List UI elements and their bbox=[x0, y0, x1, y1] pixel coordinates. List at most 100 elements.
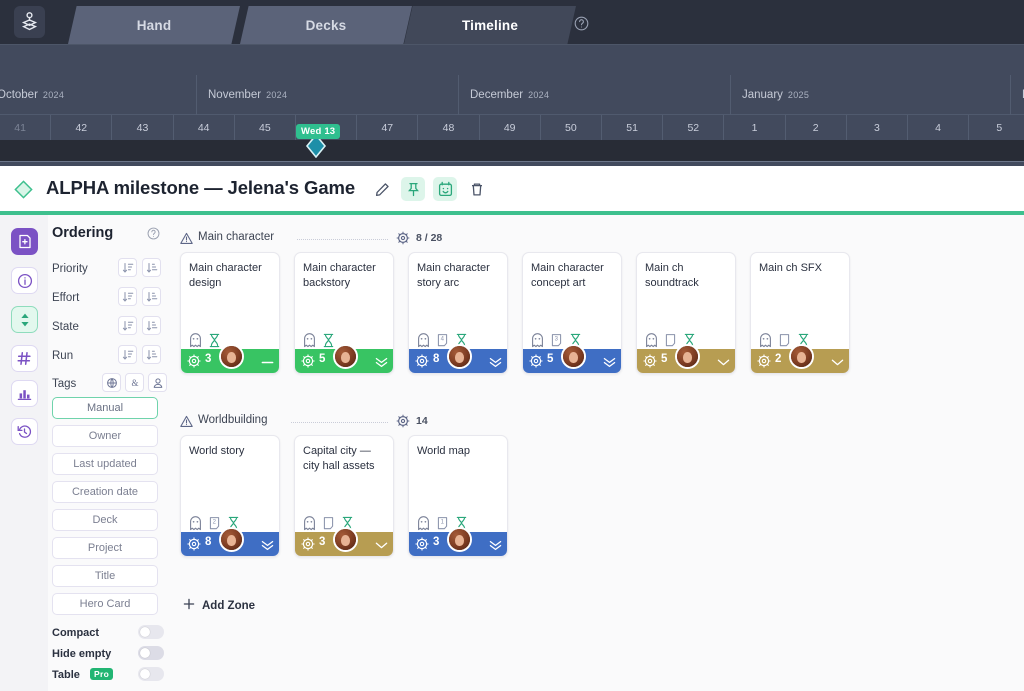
card-points: 3 bbox=[433, 536, 439, 548]
avatar[interactable] bbox=[561, 344, 586, 369]
rail-item-cards[interactable] bbox=[11, 228, 38, 255]
gear-icon-wrap bbox=[301, 537, 315, 556]
tab-decks[interactable]: Decks bbox=[240, 6, 412, 44]
ordering-row-run: Run bbox=[52, 345, 172, 371]
help-circle-icon[interactable] bbox=[572, 14, 590, 32]
card[interactable]: World story28 bbox=[180, 435, 280, 557]
tab-hand[interactable]: Hand bbox=[68, 6, 240, 44]
card[interactable]: Main character design3 bbox=[180, 252, 280, 374]
sort-asc-icon[interactable] bbox=[142, 345, 161, 364]
sort-asc-icon[interactable] bbox=[142, 316, 161, 335]
pin-icon[interactable] bbox=[401, 177, 425, 201]
ordering-mode-hero-card[interactable]: Hero Card bbox=[52, 593, 158, 615]
sort-asc-icon[interactable] bbox=[142, 287, 161, 306]
card-points: 2 bbox=[775, 353, 781, 365]
ordering-mode-creation-date[interactable]: Creation date bbox=[52, 481, 158, 503]
horizontal-scrollbar-track[interactable] bbox=[0, 140, 1024, 161]
add-zone-label: Add Zone bbox=[202, 600, 255, 612]
rail-item-info[interactable] bbox=[11, 267, 38, 294]
card[interactable]: Main ch soundtrack5 bbox=[636, 252, 736, 374]
tab-label: Hand bbox=[137, 18, 172, 33]
card-state-icon-wrap bbox=[603, 355, 616, 373]
ghost-icon bbox=[303, 333, 316, 348]
timeline-week: 1 bbox=[723, 115, 784, 141]
zone-name[interactable]: Main character bbox=[198, 231, 274, 243]
avatar[interactable] bbox=[447, 344, 472, 369]
tab-timeline[interactable]: Timeline bbox=[404, 6, 576, 44]
ampersand-icon[interactable]: & bbox=[125, 373, 144, 392]
ordering-mode-last-updated[interactable]: Last updated bbox=[52, 453, 158, 475]
gear-icon-wrap bbox=[757, 354, 771, 373]
month-name: December bbox=[470, 89, 523, 101]
ordering-mode-deck[interactable]: Deck bbox=[52, 509, 158, 531]
card-2-icon: 2 bbox=[208, 516, 221, 531]
sort-desc-icon[interactable] bbox=[118, 316, 137, 335]
toggle-switch[interactable] bbox=[138, 625, 164, 639]
ordering-mode-manual[interactable]: Manual bbox=[52, 397, 158, 419]
person-icon[interactable] bbox=[148, 373, 167, 392]
avatar[interactable] bbox=[447, 527, 472, 552]
timeline-ruler[interactable]: October 2024 November 2024 December 2024… bbox=[0, 44, 1024, 140]
help-circle-icon[interactable] bbox=[146, 226, 160, 240]
avatar[interactable] bbox=[675, 344, 700, 369]
ordering-row-tags: Tags & bbox=[52, 373, 172, 399]
sort-desc-icon[interactable] bbox=[118, 258, 137, 277]
zone-gear-wrap[interactable] bbox=[396, 231, 410, 250]
card-blank-icon bbox=[664, 333, 677, 348]
avatar[interactable] bbox=[219, 527, 244, 552]
gear-icon[interactable] bbox=[396, 414, 410, 428]
card[interactable]: Main character backstory5 bbox=[294, 252, 394, 374]
avatar[interactable] bbox=[219, 344, 244, 369]
ordering-mode-owner[interactable]: Owner bbox=[52, 425, 158, 447]
month-year: 2024 bbox=[43, 90, 64, 100]
sort-desc-icon[interactable] bbox=[118, 287, 137, 306]
calendar-smile-icon[interactable] bbox=[433, 177, 457, 201]
zone-name[interactable]: Worldbuilding bbox=[198, 414, 267, 426]
avatar-face bbox=[341, 352, 350, 363]
card-blank-icon bbox=[778, 333, 791, 348]
body-area: Ordering Priority Effort bbox=[0, 215, 1024, 691]
rail-item-stats[interactable] bbox=[11, 380, 38, 407]
ordering-mode-project[interactable]: Project bbox=[52, 537, 158, 559]
ghost-icon bbox=[417, 516, 430, 531]
dash-icon bbox=[261, 357, 274, 368]
today-chip: Wed 13 bbox=[296, 124, 340, 139]
rail-item-history[interactable] bbox=[11, 418, 38, 445]
zone-gear-wrap[interactable] bbox=[396, 414, 410, 433]
toggle-label: Compact bbox=[52, 627, 99, 639]
gear-icon bbox=[643, 354, 657, 368]
add-zone-button[interactable]: Add Zone bbox=[183, 597, 255, 615]
card[interactable]: Capital city — city hall assets3 bbox=[294, 435, 394, 557]
card-points: 8 bbox=[433, 353, 439, 365]
ordering-row-label: State bbox=[52, 321, 79, 333]
avatar[interactable] bbox=[789, 344, 814, 369]
sort-asc-icon[interactable] bbox=[142, 258, 161, 277]
diamond-icon bbox=[14, 180, 33, 204]
ghost-icon bbox=[303, 516, 316, 531]
chevrons-icon bbox=[489, 357, 502, 368]
toggle-switch[interactable] bbox=[138, 667, 164, 681]
month-year: 2025 bbox=[788, 90, 809, 100]
left-icon-rail bbox=[0, 215, 48, 691]
trash-icon[interactable] bbox=[465, 177, 489, 201]
card[interactable]: Main ch SFX2 bbox=[750, 252, 850, 374]
avatar[interactable] bbox=[333, 527, 358, 552]
sort-desc-icon[interactable] bbox=[118, 345, 137, 364]
rail-item-numbers[interactable] bbox=[11, 345, 38, 372]
ordering-mode-title[interactable]: Title bbox=[52, 565, 158, 587]
card[interactable]: World map13 bbox=[408, 435, 508, 557]
card[interactable]: Main character story arc48 bbox=[408, 252, 508, 374]
gear-icon-wrap bbox=[187, 537, 201, 556]
pencil-icon[interactable] bbox=[370, 177, 394, 201]
globe-icon[interactable] bbox=[102, 373, 121, 392]
joystick-icon[interactable] bbox=[14, 6, 45, 38]
avatar-face bbox=[455, 352, 464, 363]
ordering-row-label: Tags bbox=[52, 378, 76, 390]
toggle-switch[interactable] bbox=[138, 646, 164, 660]
rail-item-ordering[interactable] bbox=[11, 306, 38, 333]
card[interactable]: Main character concept art35 bbox=[522, 252, 622, 374]
gear-icon[interactable] bbox=[396, 231, 410, 245]
avatar[interactable] bbox=[333, 344, 358, 369]
toggle-row-compact: Compact bbox=[52, 625, 164, 643]
gear-icon bbox=[415, 537, 429, 551]
